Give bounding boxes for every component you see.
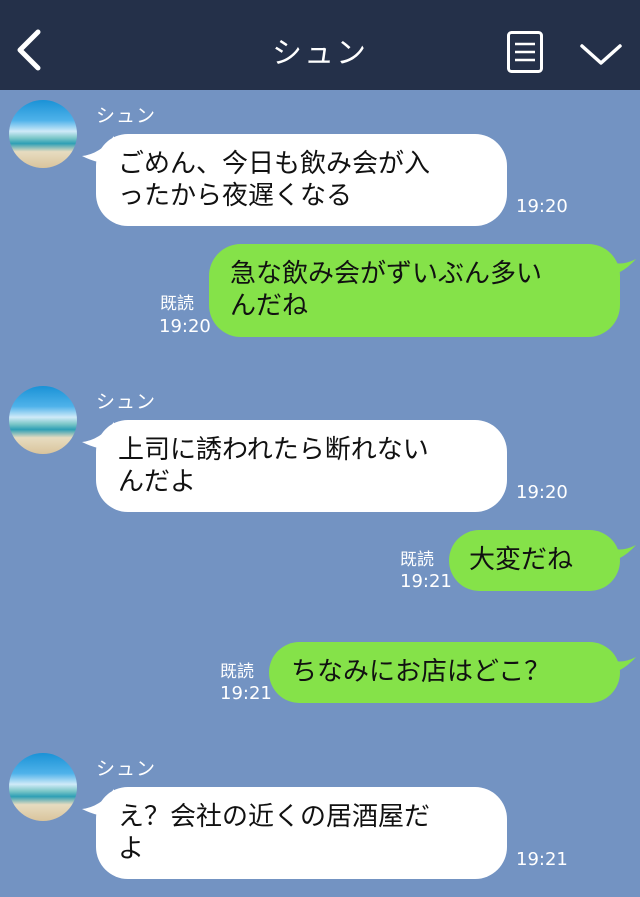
chat-header: シュン [0, 0, 640, 90]
message-time: 19:20 [516, 196, 568, 217]
avatar[interactable] [9, 100, 77, 168]
read-receipt: 既読 [400, 550, 434, 570]
message-time: 19:20 [159, 316, 211, 337]
message-bubble[interactable]: え？会社の近くの居酒屋だ よ [96, 787, 507, 879]
menu-button[interactable] [507, 31, 543, 73]
message-time: 19:20 [516, 482, 568, 503]
message-line: 大変だね [469, 545, 574, 575]
message-line: ったから夜遅くなる [118, 181, 353, 211]
message-bubble[interactable]: ごめん、今日も飲み会が入 ったから夜遅くなる [96, 134, 507, 226]
chat-title: シュン [272, 36, 368, 71]
sender-name: シュン [96, 105, 157, 127]
avatar[interactable] [9, 386, 77, 454]
avatar[interactable] [9, 753, 77, 821]
message-time: 19:21 [400, 571, 452, 592]
message-line: んだね [230, 291, 309, 321]
message-bubble[interactable]: 大変だね [449, 530, 620, 591]
message-bubble[interactable]: 急な飲み会がずいぶん多い んだね [209, 244, 620, 337]
message-line: 上司に誘われたら断れない [118, 435, 429, 465]
message-time: 19:21 [516, 849, 568, 870]
message-time: 19:21 [220, 683, 272, 704]
message-line: 急な飲み会がずいぶん多い [230, 259, 543, 289]
chevron-down-icon [580, 44, 622, 65]
message-bubble[interactable]: ちなみにお店はどこ？ [269, 642, 620, 703]
message-line: ごめん、今日も飲み会が入 [118, 149, 431, 179]
read-receipt: 既読 [220, 662, 254, 682]
message-line: んだよ [118, 467, 197, 497]
read-receipt: 既読 [160, 294, 194, 314]
menu-list-icon [507, 31, 543, 73]
message-line: え？会社の近くの居酒屋だ [118, 802, 431, 832]
expand-button[interactable] [578, 36, 624, 70]
message-bubble[interactable]: 上司に誘われたら断れない んだよ [96, 420, 507, 512]
message-line: よ [118, 834, 145, 864]
sender-name: シュン [96, 758, 157, 780]
sender-name: シュン [96, 391, 157, 413]
message-line: ちなみにお店はどこ？ [291, 657, 551, 687]
